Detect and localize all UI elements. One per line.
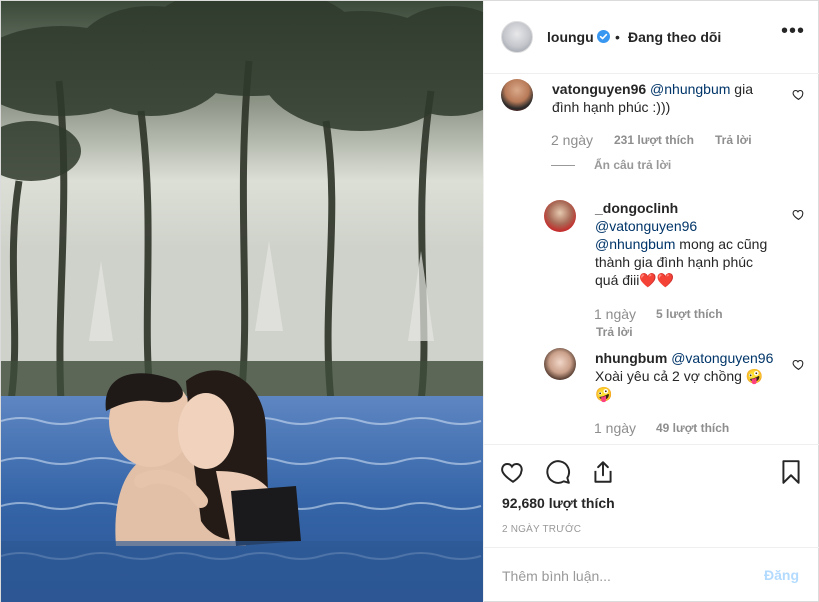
comment-mention[interactable]: @nhungbum [650, 81, 730, 97]
commenter-username[interactable]: vatonguyen96 [552, 81, 646, 97]
header-separator: • [615, 29, 620, 45]
add-comment-input[interactable] [502, 566, 742, 586]
comment-text: _dongoclinh @vatonguyen96 @nhungbum mong… [595, 199, 785, 289]
hide-replies-button[interactable]: Ẩn câu trả lời [594, 158, 671, 172]
comment-body: gia [730, 81, 753, 97]
post-likes-count[interactable]: 92,680 lượt thích [502, 495, 615, 511]
commenter-username[interactable]: nhungbum [595, 350, 667, 366]
instagram-post-modal: loungu • Đang theo dõi ••• vatonguyen96 … [0, 0, 819, 602]
comment-bubble-icon[interactable] [545, 459, 571, 485]
comment-body: Xoài yêu cả 2 vợ chồng 🤪 [595, 368, 764, 384]
comment-likes[interactable]: 231 lượt thích [614, 133, 694, 147]
commenter-avatar[interactable] [544, 200, 576, 232]
commenter-username[interactable]: _dongoclinh [595, 200, 678, 216]
more-options-icon[interactable]: ••• [781, 21, 805, 50]
comment-body: thành gia đình hạnh phúc [595, 254, 754, 270]
author-avatar[interactable] [501, 21, 533, 53]
author-username[interactable]: loungu [547, 29, 594, 45]
comment-like-heart-icon[interactable] [792, 88, 805, 101]
post-date[interactable]: 2 NGÀY TRƯỚC [502, 524, 581, 535]
comment-like-heart-icon[interactable] [792, 208, 805, 221]
verified-badge-icon [597, 30, 610, 43]
post-details-panel: loungu • Đang theo dõi ••• vatonguyen96 … [483, 1, 819, 602]
comment-body: 🤪 [595, 386, 613, 402]
heart-icon[interactable] [500, 459, 526, 485]
comment-mention[interactable]: @nhungbum [595, 236, 675, 252]
following-button[interactable]: Đang theo dõi [628, 29, 721, 45]
post-photo[interactable] [1, 1, 483, 602]
share-icon[interactable] [590, 459, 616, 485]
comment-time[interactable]: 1 ngày [594, 420, 636, 436]
commenter-avatar[interactable] [544, 348, 576, 380]
bookmark-icon[interactable] [778, 459, 804, 485]
replies-divider [551, 165, 575, 166]
post-actions-section: 92,680 lượt thích 2 NGÀY TRƯỚC [484, 444, 819, 562]
comment-time[interactable]: 2 ngày [551, 132, 593, 148]
post-header: loungu • Đang theo dõi ••• [484, 1, 819, 74]
reply-button[interactable]: Trả lời [596, 325, 633, 339]
comment-body: quá điii❤️❤️ [595, 272, 675, 288]
post-comment-button[interactable]: Đăng [764, 567, 799, 583]
comment-likes[interactable]: 5 lượt thích [656, 307, 723, 321]
comment-body: mong ac cũng [675, 236, 768, 252]
commenter-avatar[interactable] [501, 79, 533, 111]
post-photo-illustration [1, 1, 483, 602]
add-comment-bar: Đăng [484, 547, 819, 602]
comment-like-heart-icon[interactable] [792, 358, 805, 371]
comment-text: vatonguyen96 @nhungbum gia đình hạnh phú… [552, 80, 792, 116]
comment-mention[interactable]: @vatonguyen96 [671, 350, 773, 366]
comment-mention[interactable]: @vatonguyen96 [595, 218, 697, 234]
comment-text: nhungbum @vatonguyen96 Xoài yêu cả 2 vợ … [595, 349, 795, 403]
comment-time[interactable]: 1 ngày [594, 306, 636, 322]
comment-likes[interactable]: 49 lượt thích [656, 421, 729, 435]
reply-button[interactable]: Trả lời [715, 133, 752, 147]
comment-body: đình hạnh phúc :))) [552, 99, 671, 115]
